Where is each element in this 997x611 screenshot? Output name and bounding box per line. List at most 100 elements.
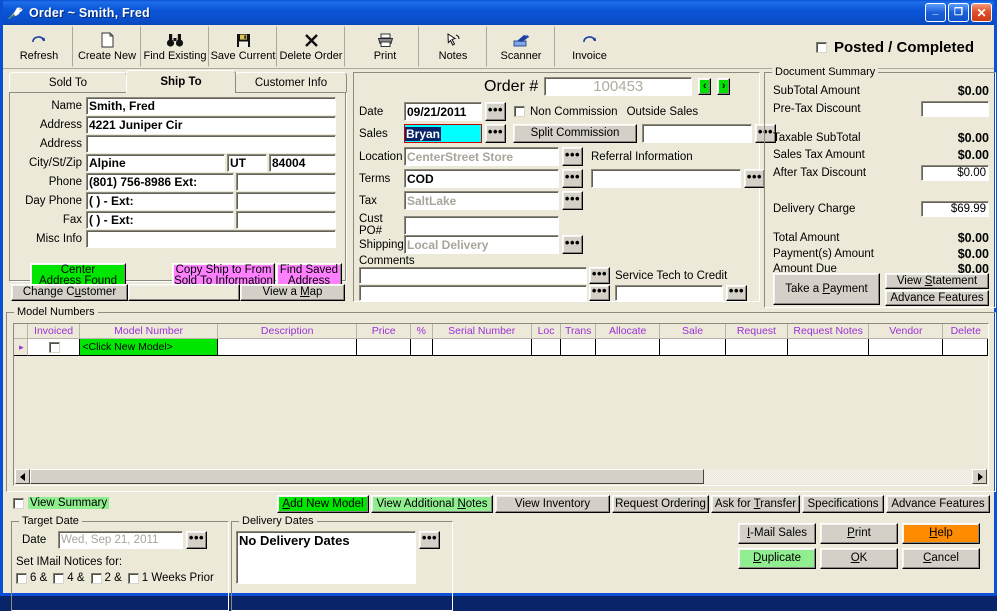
row-request-cell[interactable] [725,339,789,356]
view-statement-button[interactable]: View Statement [885,273,989,289]
toolbar-button-refresh[interactable]: Refresh [5,26,73,67]
toolbar-button-scanner[interactable]: Scanner [487,26,555,67]
view-summary-checkbox-box[interactable] [13,497,24,509]
date-ellipsis-button[interactable]: ••• [485,102,506,121]
comments-ellipsis-button-1[interactable]: ••• [589,267,610,284]
view-summary-checkbox[interactable]: View Summary [13,497,110,509]
split-commission-button[interactable]: Split Commission [513,124,637,143]
city-input[interactable]: Alpine [86,154,225,172]
delivery-dates-list[interactable]: No Delivery Dates [236,531,416,584]
row-price-cell[interactable] [357,339,411,356]
phone-input[interactable]: (801) 756-8986 Ext: [86,173,234,191]
add-new-model-button[interactable]: Add New Model [277,495,369,513]
delivery-dates-ellipsis-button[interactable]: ••• [419,531,440,549]
ask-for-transfer-button[interactable]: Ask for Transfer [711,495,800,513]
order-prev-button[interactable]: ‹ [698,78,712,95]
toolbar-button-save-current[interactable]: Save Current [209,26,277,67]
order-next-button[interactable]: › [717,78,731,95]
toolbar-button-invoice[interactable]: Invoice [555,26,623,67]
toolbar-button-print[interactable]: Print [351,26,419,67]
notice-2-weeks-checkbox[interactable] [90,572,102,584]
day-phone-ext-input[interactable] [236,192,336,210]
row-allocate-cell[interactable] [596,339,661,356]
grid-header-allocate[interactable]: Allocate [596,324,661,339]
row-percent-cell[interactable] [410,339,433,356]
tab-sold-to[interactable]: Sold To [9,72,127,93]
tax-input[interactable]: SaltLake [404,191,559,210]
address2-input[interactable] [86,135,336,153]
view-inventory-button[interactable]: View Inventory [495,495,610,513]
address1-input[interactable]: 4221 Juniper Cir [86,116,336,134]
posted-completed-checkbox[interactable]: Posted / Completed [815,39,974,56]
delivery-charge-input[interactable]: $69.99 [921,201,989,217]
toolbar-button-find-existing[interactable]: Find Existing [141,26,209,67]
advance-features-summary-button[interactable]: Advance Features [885,290,989,306]
scroll-right-arrow-icon[interactable] [972,469,987,484]
fax-ext-input[interactable] [236,211,336,229]
row-loc-cell[interactable] [531,339,562,356]
notice-1-week-checkbox[interactable] [127,572,139,584]
row-description-cell[interactable] [217,339,358,356]
grid-header-request-notes[interactable]: Request Notes [788,324,870,339]
row-vendor-cell[interactable] [869,339,944,356]
specifications-button[interactable]: Specifications [802,495,884,513]
row-model-number-cell[interactable]: <Click New Model> [80,339,218,356]
toolbar-button-notes[interactable]: Notes [419,26,487,67]
notice-4-weeks-checkbox[interactable] [53,572,65,584]
after-tax-discount-input[interactable]: $0.00 [921,164,989,181]
grid-header-description[interactable]: Description [217,324,358,339]
sales-ellipsis-button[interactable]: ••• [485,124,506,143]
day-phone-input[interactable]: ( ) - Ext: [86,192,234,210]
maximize-button[interactable]: ❐ [948,3,969,22]
location-ellipsis-button[interactable]: ••• [562,147,583,166]
service-tech-input[interactable] [615,285,723,301]
toolbar-button-delete-order[interactable]: Delete Order [277,26,345,67]
row-trans-cell[interactable] [561,339,597,356]
comments-line2-input[interactable] [359,285,587,301]
state-input[interactable]: UT [227,154,267,172]
tab-customer-info[interactable]: Customer Info [235,72,347,93]
grid-header-trans[interactable]: Trans [561,324,597,339]
service-tech-ellipsis-button[interactable]: ••• [726,284,747,301]
grid-header-invoiced[interactable]: Invoiced [27,324,81,339]
grid-header-loc[interactable]: Loc [531,324,562,339]
notice-6-weeks-checkbox[interactable] [16,572,27,584]
referral-ellipsis-button[interactable]: ••• [744,169,765,188]
zip-input[interactable]: 84004 [269,154,336,172]
order-number-value[interactable]: 100453 [544,77,693,96]
comments-line1-input[interactable] [359,267,587,284]
non-commission-checkbox[interactable] [514,106,525,117]
shipping-input[interactable]: Local Delivery [404,235,559,254]
grid-header-sale[interactable]: Sale [660,324,726,339]
print-footer-button[interactable]: Print [820,523,898,544]
help-button[interactable]: Help [902,523,980,544]
location-input[interactable]: CenterStreet Store [404,147,559,166]
table-row[interactable]: ▸ <Click New Model> [14,339,988,356]
scroll-left-arrow-icon[interactable] [15,469,30,484]
grid-header-percent[interactable]: % [410,324,433,339]
referral-information-input[interactable] [591,169,741,188]
name-input[interactable]: Smith, Fred [86,97,336,115]
imail-sales-button[interactable]: I-Mail Sales [738,523,816,544]
close-button[interactable]: ✕ [971,3,992,22]
sales-input[interactable]: Bryan [404,124,482,143]
posted-completed-checkbox-box[interactable] [815,41,827,53]
grid-horizontal-scrollbar[interactable] [15,469,987,484]
cancel-button[interactable]: Cancel [902,548,980,569]
request-ordering-button[interactable]: Request Ordering [612,495,709,513]
comments-ellipsis-button-2[interactable]: ••• [589,284,610,301]
scrollbar-track[interactable] [704,469,972,484]
misc-info-input[interactable] [86,230,336,248]
advance-features-grid-button[interactable]: Advance Features [886,495,990,513]
row-delete-cell[interactable] [943,339,988,356]
duplicate-button[interactable]: Duplicate [738,548,816,569]
view-a-map-button[interactable]: View a Map [240,284,345,301]
tax-ellipsis-button[interactable]: ••• [562,191,583,210]
row-sale-cell[interactable] [660,339,726,356]
change-customer-button[interactable]: Change Customer [11,284,128,301]
phone-ext-input[interactable] [236,173,336,191]
shipping-ellipsis-button[interactable]: ••• [562,235,583,254]
terms-ellipsis-button[interactable]: ••• [562,169,583,188]
grid-header-request[interactable]: Request [725,324,789,339]
row-serial-number-cell[interactable] [432,339,532,356]
